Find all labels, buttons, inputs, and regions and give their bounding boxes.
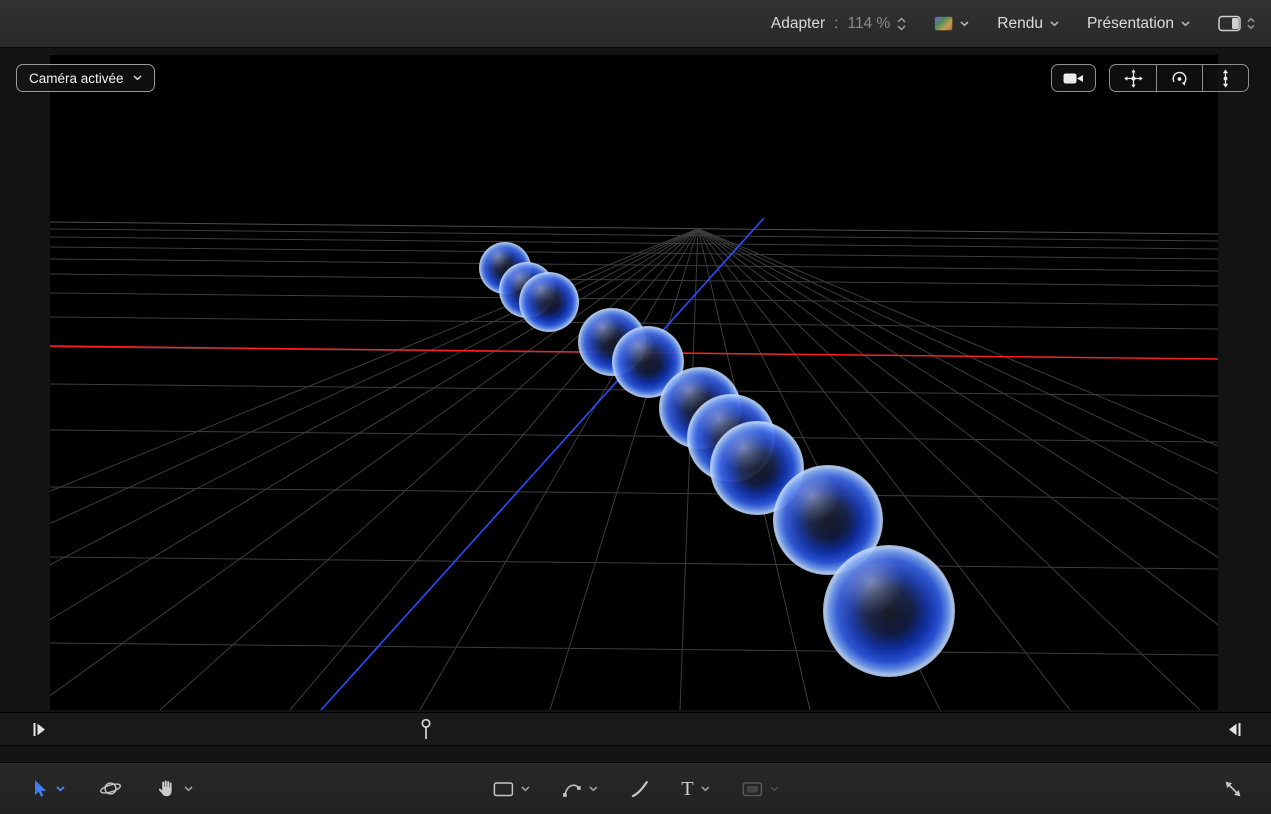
stepper-updown-icon xyxy=(897,17,906,31)
chevron-down-icon xyxy=(133,75,142,81)
rectangle-tool[interactable] xyxy=(492,779,529,799)
mask-tool-disabled xyxy=(742,779,779,799)
orbit-arrow-icon xyxy=(1170,69,1189,88)
bezier-tool[interactable] xyxy=(561,779,597,799)
hand-tool[interactable] xyxy=(156,778,193,799)
select-arrow-icon xyxy=(30,778,49,799)
chevron-down-icon xyxy=(184,786,193,792)
render-menu[interactable]: Rendu xyxy=(997,15,1059,33)
select-tool[interactable] xyxy=(30,778,65,799)
chevron-down-icon xyxy=(1181,21,1190,27)
rectangle-icon xyxy=(492,779,513,799)
expand-timing-button[interactable] xyxy=(1223,779,1243,799)
camera-move-tools xyxy=(1109,64,1249,92)
canvas[interactable] xyxy=(50,55,1218,710)
camera-active-label: Caméra activée xyxy=(29,71,124,86)
zoom-level-control[interactable]: Adapter : 114 % xyxy=(771,15,906,33)
paint-stroke-icon xyxy=(629,779,649,799)
chevron-down-icon xyxy=(701,786,710,792)
zoom-value: 114 % xyxy=(847,15,890,33)
tool-group-window xyxy=(1223,763,1243,814)
video-camera-icon xyxy=(1063,71,1084,86)
color-channel-dropdown[interactable] xyxy=(934,16,969,31)
chevron-down-icon xyxy=(588,786,597,792)
view-menu-label: Présentation xyxy=(1087,15,1174,33)
timeline-divider-strip xyxy=(0,745,1271,762)
tool-bar: T xyxy=(0,762,1271,814)
chevron-down-icon xyxy=(770,786,779,792)
dolly-arrows-icon xyxy=(1219,69,1232,88)
color-swatch-icon xyxy=(934,16,953,31)
play-range-in-marker[interactable] xyxy=(33,722,46,742)
play-range-out-marker[interactable] xyxy=(1228,722,1241,742)
canvas-header-toolbar: Adapter : 114 % Rendu Présentation xyxy=(0,0,1271,48)
chevron-down-icon xyxy=(520,786,529,792)
bezier-curve-icon xyxy=(561,779,581,799)
text-tool-glyph: T xyxy=(681,779,693,799)
expand-diagonal-icon xyxy=(1223,779,1243,799)
chevron-down-icon xyxy=(56,786,65,792)
play-range-in-icon xyxy=(33,722,46,737)
play-range-out-icon xyxy=(1228,722,1241,737)
paint-stroke-tool[interactable] xyxy=(629,779,649,799)
text-tool[interactable]: T xyxy=(681,779,709,799)
orbit-sphere-icon xyxy=(99,778,122,799)
tool-group-create: T xyxy=(492,763,778,814)
pan-arrows-icon xyxy=(1124,69,1143,88)
render-menu-label: Rendu xyxy=(997,15,1043,33)
chevron-down-icon xyxy=(960,21,969,27)
playhead[interactable] xyxy=(420,718,432,746)
transform-3d-tool[interactable] xyxy=(99,778,122,799)
zoom-label: Adapter xyxy=(771,15,825,33)
view-menu[interactable]: Présentation xyxy=(1087,15,1190,33)
pan-view-button[interactable] xyxy=(1110,65,1156,91)
playhead-icon xyxy=(420,718,432,741)
canvas-viewport: Caméra activée xyxy=(0,48,1271,712)
orbit-view-button[interactable] xyxy=(1156,65,1202,91)
timeline-scrubber[interactable] xyxy=(0,712,1271,745)
motion-canvas-window: Adapter : 114 % Rendu Présentation xyxy=(0,0,1271,814)
dolly-view-button[interactable] xyxy=(1202,65,1248,91)
camera-active-button[interactable]: Caméra activée xyxy=(16,64,155,92)
stepper-updown-icon xyxy=(1247,17,1255,30)
camera-view-button[interactable] xyxy=(1051,64,1096,92)
window-layout-control[interactable] xyxy=(1218,15,1255,32)
window-layout-icon xyxy=(1218,15,1242,32)
hand-icon xyxy=(156,778,177,799)
chevron-down-icon xyxy=(1050,21,1059,27)
tool-group-view xyxy=(30,763,193,814)
3d-view-tools xyxy=(1051,64,1249,92)
mask-rectangle-icon xyxy=(742,779,763,799)
3d-scene xyxy=(50,55,1218,710)
zoom-separator: : xyxy=(834,15,838,33)
